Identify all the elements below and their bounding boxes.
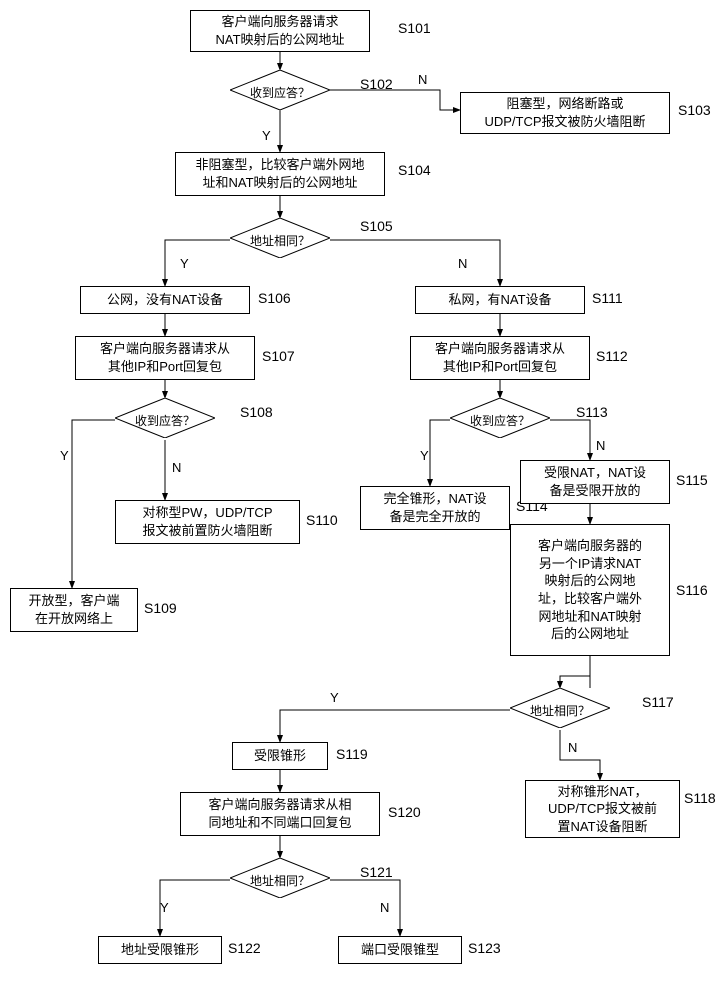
label-y: Y [262, 128, 271, 143]
step-label-s102: S102 [360, 76, 393, 92]
step-label-s107: S107 [262, 348, 295, 364]
step-label-s121: S121 [360, 864, 393, 880]
node-s102: 收到应答？ [230, 70, 330, 114]
step-label-s119: S119 [336, 746, 368, 762]
node-s105: 地址相同？ [230, 218, 330, 262]
node-s101: 客户端向服务器请求NAT映射后的公网地址 [190, 10, 370, 52]
node-text: 客户端向服务器请求从其他IP和Port回复包 [100, 340, 230, 375]
node-text: 收到应答？ [230, 70, 330, 114]
step-label-s103: S103 [678, 102, 711, 118]
step-label-s105: S105 [360, 218, 393, 234]
node-s121: 地址相同？ [230, 858, 330, 902]
node-text: 私网，有NAT设备 [448, 291, 551, 309]
step-label-s123: S123 [468, 940, 501, 956]
node-text: 地址受限锥形 [121, 941, 199, 959]
node-text: 客户端向服务器请求NAT映射后的公网地址 [215, 13, 344, 48]
node-s115: 受限NAT，NAT设备是受限开放的 [520, 460, 670, 504]
node-text: 完全锥形，NAT设备是完全开放的 [383, 490, 486, 525]
node-text: 阻塞型，网络断路或UDP/TCP报文被防火墙阻断 [484, 95, 645, 130]
node-s103: 阻塞型，网络断路或UDP/TCP报文被防火墙阻断 [460, 92, 670, 134]
step-label-s122: S122 [228, 940, 261, 956]
step-label-s115: S115 [676, 472, 708, 488]
node-text: 收到应答？ [450, 398, 550, 442]
node-text: 公网，没有NAT设备 [107, 291, 223, 309]
step-label-s108: S108 [240, 404, 273, 420]
node-s108: 收到应答？ [115, 398, 215, 442]
node-s120: 客户端向服务器请求从相同地址和不同端口回复包 [180, 792, 380, 836]
step-label-s110: S110 [306, 512, 338, 528]
node-s116: 客户端向服务器的另一个IP请求NAT映射后的公网地址，比较客户端外网地址和NAT… [510, 524, 670, 656]
node-text: 地址相同？ [510, 688, 610, 732]
node-s107: 客户端向服务器请求从其他IP和Port回复包 [75, 336, 255, 380]
node-text: 地址相同？ [230, 218, 330, 262]
node-s119: 受限锥形 [232, 742, 328, 770]
node-text: 端口受限锥型 [361, 941, 439, 959]
node-text: 开放型，客户端在开放网络上 [28, 592, 119, 627]
node-s104: 非阻塞型，比较客户端外网地址和NAT映射后的公网地址 [175, 152, 385, 196]
label-y: Y [160, 900, 169, 915]
flowchart-canvas: 客户端向服务器请求NAT映射后的公网地址 S101 收到应答？ S102 Y N… [0, 0, 719, 1000]
label-n: N [458, 256, 467, 271]
node-text: 地址相同？ [230, 858, 330, 902]
node-s118: 对称锥形NAT，UDP/TCP报文被前置NAT设备阻断 [525, 780, 680, 838]
label-y: Y [180, 256, 189, 271]
node-text: 客户端向服务器请求从其他IP和Port回复包 [435, 340, 565, 375]
label-y: Y [420, 448, 429, 463]
step-label-s106: S106 [258, 290, 291, 306]
node-text: 对称锥形NAT，UDP/TCP报文被前置NAT设备阻断 [548, 783, 657, 836]
node-text: 受限NAT，NAT设备是受限开放的 [544, 464, 646, 499]
step-label-s111: S111 [592, 290, 623, 306]
step-label-s112: S112 [596, 348, 628, 364]
step-label-s109: S109 [144, 600, 177, 616]
node-text: 客户端向服务器请求从相同地址和不同端口回复包 [208, 796, 351, 831]
label-n: N [172, 460, 181, 475]
node-text: 受限锥形 [254, 747, 306, 765]
node-s123: 端口受限锥型 [338, 936, 462, 964]
node-s117: 地址相同？ [510, 688, 610, 732]
step-label-s101: S101 [398, 20, 431, 36]
node-s106: 公网，没有NAT设备 [80, 286, 250, 314]
step-label-s117: S117 [642, 694, 674, 710]
label-n: N [418, 72, 427, 87]
label-n: N [380, 900, 389, 915]
node-text: 客户端向服务器的另一个IP请求NAT映射后的公网地址，比较客户端外网地址和NAT… [538, 537, 642, 642]
label-y: Y [60, 448, 69, 463]
label-n: N [596, 438, 605, 453]
step-label-s104: S104 [398, 162, 431, 178]
node-s112: 客户端向服务器请求从其他IP和Port回复包 [410, 336, 590, 380]
node-text: 对称型PW，UDP/TCP报文被前置防火墙阻断 [142, 504, 272, 539]
node-s122: 地址受限锥形 [98, 936, 222, 964]
node-s110: 对称型PW，UDP/TCP报文被前置防火墙阻断 [115, 500, 300, 544]
node-text: 收到应答？ [115, 398, 215, 442]
label-y: Y [330, 690, 339, 705]
label-n: N [568, 740, 577, 755]
step-label-s118: S118 [684, 790, 716, 806]
node-s113: 收到应答？ [450, 398, 550, 442]
node-s114: 完全锥形，NAT设备是完全开放的 [360, 486, 510, 530]
node-text: 非阻塞型，比较客户端外网地址和NAT映射后的公网地址 [195, 156, 364, 191]
step-label-s113: S113 [576, 404, 608, 420]
step-label-s116: S116 [676, 582, 708, 598]
node-s109: 开放型，客户端在开放网络上 [10, 588, 138, 632]
step-label-s120: S120 [388, 804, 421, 820]
node-s111: 私网，有NAT设备 [415, 286, 585, 314]
